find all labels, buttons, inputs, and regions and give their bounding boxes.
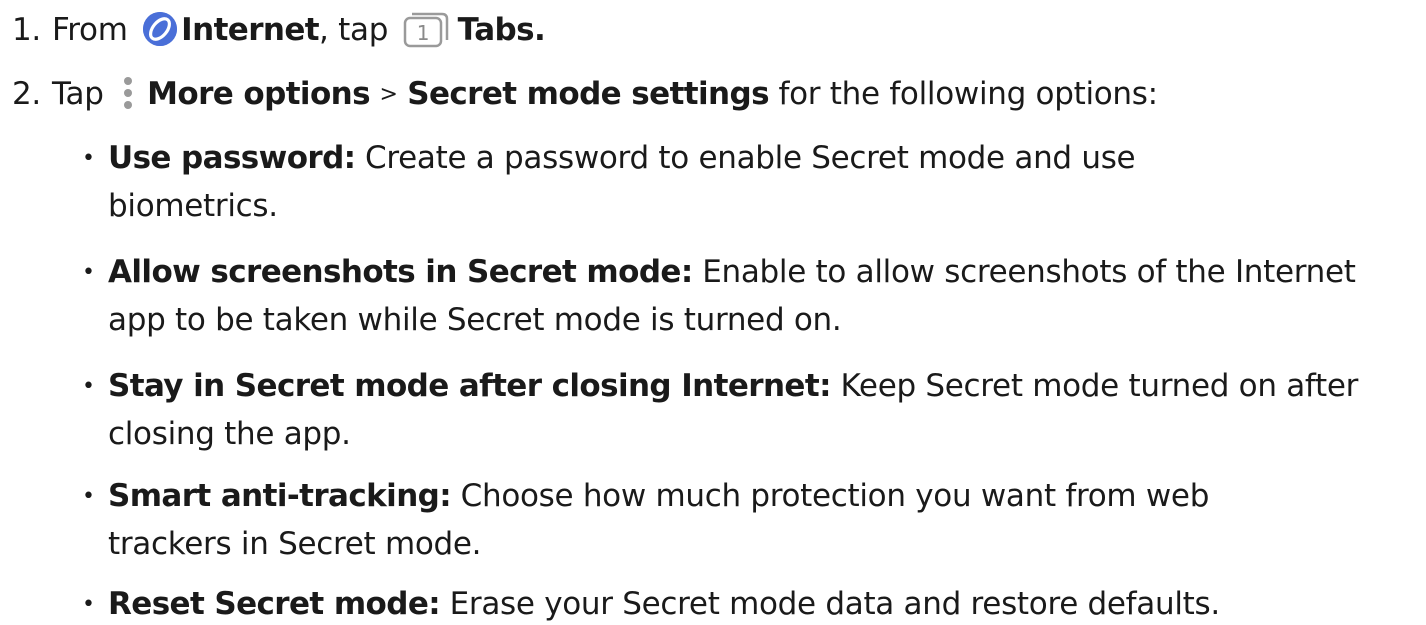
tabs-icon: 1 bbox=[402, 10, 452, 50]
step-1: 1. From Internet, tap 1 Tabs. bbox=[12, 10, 546, 50]
option-description: biometrics. bbox=[108, 188, 278, 224]
bullet: • bbox=[82, 374, 95, 399]
step-text: From bbox=[52, 12, 128, 48]
option-description: Keep Secret mode turned on after bbox=[840, 368, 1359, 404]
step-number: 2. bbox=[12, 76, 41, 112]
option-allow-screenshots: • Allow screenshots in Secret mode: Enabl… bbox=[82, 252, 1356, 293]
step-text: Tap bbox=[52, 76, 104, 112]
option-title: Reset Secret mode: bbox=[108, 586, 441, 622]
option-title: Use password: bbox=[108, 140, 356, 176]
option-description: Create a password to enable Secret mode … bbox=[365, 140, 1136, 176]
bullet: • bbox=[82, 484, 95, 509]
more-options-label: More options bbox=[147, 76, 370, 112]
internet-label: Internet bbox=[181, 12, 320, 48]
option-title: Allow screenshots in Secret mode: bbox=[108, 254, 693, 290]
tabs-count: 1 bbox=[416, 21, 428, 45]
option-description: Enable to allow screenshots of the Inter… bbox=[702, 254, 1356, 290]
more-options-icon bbox=[121, 76, 135, 112]
step-number: 1. bbox=[12, 12, 41, 48]
option-title: Smart anti-tracking: bbox=[108, 478, 452, 514]
option-description: trackers in Secret mode. bbox=[108, 526, 482, 562]
option-description: app to be taken while Secret mode is tur… bbox=[108, 302, 842, 338]
bullet: • bbox=[82, 146, 95, 171]
step-text: , tap bbox=[319, 12, 389, 48]
secret-mode-settings-label: Secret mode settings bbox=[407, 76, 769, 112]
option-use-password-cont: biometrics. bbox=[108, 186, 278, 226]
breadcrumb-separator: > bbox=[379, 82, 398, 107]
internet-app-icon bbox=[143, 12, 178, 46]
step-text: for the following options: bbox=[778, 76, 1159, 112]
option-stay-in-secret-mode-cont: closing the app. bbox=[108, 414, 351, 454]
tabs-label: Tabs. bbox=[457, 12, 546, 48]
step-2: 2. Tap More options > Secret mode setting… bbox=[12, 74, 1158, 115]
bullet: • bbox=[82, 260, 95, 285]
bullet: • bbox=[82, 592, 95, 617]
option-description: closing the app. bbox=[108, 416, 351, 452]
option-description: Choose how much protection you want from… bbox=[460, 478, 1210, 514]
option-stay-in-secret-mode: • Stay in Secret mode after closing Inter… bbox=[82, 366, 1358, 407]
option-title: Stay in Secret mode after closing Intern… bbox=[108, 368, 831, 404]
option-allow-screenshots-cont: app to be taken while Secret mode is tur… bbox=[108, 300, 842, 340]
option-reset-secret-mode: • Reset Secret mode: Erase your Secret mo… bbox=[82, 584, 1220, 625]
option-smart-anti-tracking-cont: trackers in Secret mode. bbox=[108, 524, 482, 564]
option-use-password: • Use password: Create a password to enab… bbox=[82, 138, 1136, 179]
instructions-document: 1. From Internet, tap 1 Tabs. 2. Tap More … bbox=[0, 0, 1426, 625]
option-smart-anti-tracking: • Smart anti-tracking: Choose how much pr… bbox=[82, 476, 1209, 517]
option-description: Erase your Secret mode data and restore … bbox=[449, 586, 1221, 622]
